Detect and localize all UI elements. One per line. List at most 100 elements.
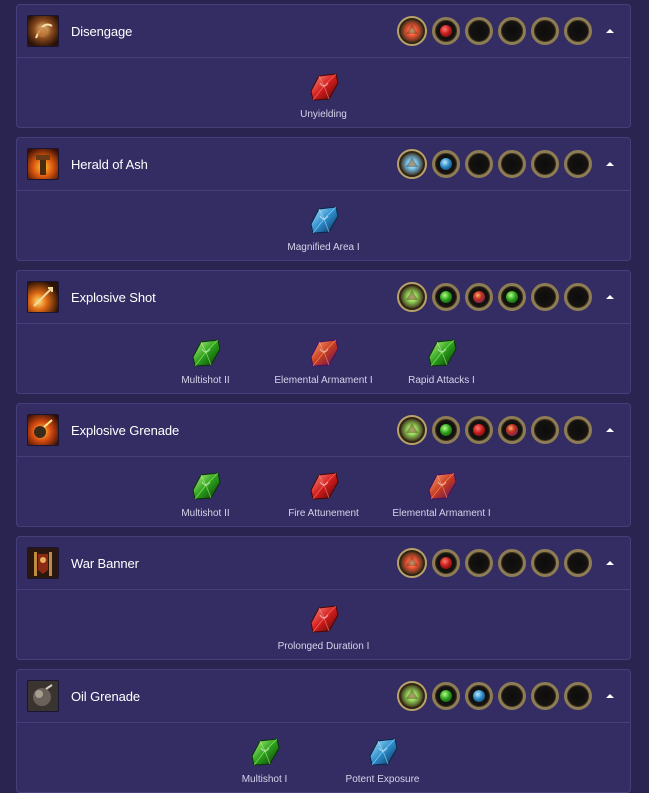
support-gem-item[interactable]: Potent Exposure: [324, 736, 442, 785]
empty-socket[interactable]: [498, 682, 526, 710]
empty-socket[interactable]: [564, 17, 592, 45]
support-gem-item[interactable]: Magnified Area I: [265, 204, 383, 253]
empty-socket[interactable]: [531, 283, 559, 311]
support-gem-label: Multishot I: [241, 774, 288, 785]
explosive-grenade-skill-icon[interactable]: [27, 414, 59, 446]
socket-row: [397, 282, 592, 312]
red-gem-icon: [473, 424, 485, 436]
purple-support-gem-icon: [307, 337, 341, 369]
skill-gem-socket[interactable]: [397, 548, 427, 578]
empty-socket[interactable]: [564, 150, 592, 178]
support-gem-socket[interactable]: [498, 283, 526, 311]
socket-row: [397, 681, 592, 711]
empty-socket[interactable]: [564, 549, 592, 577]
empty-socket[interactable]: [531, 150, 559, 178]
support-gem-label: Elemental Armament I: [392, 508, 491, 519]
red-support-gem-icon: [307, 603, 341, 635]
empty-socket[interactable]: [465, 549, 493, 577]
empty-socket[interactable]: [531, 549, 559, 577]
skill-card-header[interactable]: Herald of Ash: [17, 138, 630, 191]
skill-card-header[interactable]: Oil Grenade: [17, 670, 630, 723]
skill-card-header[interactable]: Disengage: [17, 5, 630, 58]
collapse-chevron-icon[interactable]: [604, 25, 616, 37]
support-gem-socket[interactable]: [432, 17, 460, 45]
support-gem-label: Elemental Armament I: [274, 375, 373, 386]
skill-card-header[interactable]: War Banner: [17, 537, 630, 590]
support-gem-socket[interactable]: [465, 682, 493, 710]
explosive-shot-skill-icon[interactable]: [27, 281, 59, 313]
support-gem-list: Magnified Area I: [17, 191, 630, 260]
skill-card-header[interactable]: Explosive Shot: [17, 271, 630, 324]
support-gem-label: Potent Exposure: [345, 774, 420, 785]
war-banner-skill-icon[interactable]: [27, 547, 59, 579]
support-gem-item[interactable]: Elemental Armament I: [265, 337, 383, 386]
skill-card: Explosive Shot Multishot II Elemental Arma…: [16, 270, 631, 394]
support-gem-item[interactable]: Fire Attunement: [265, 470, 383, 519]
support-gem-item[interactable]: Rapid Attacks I: [383, 337, 501, 386]
green-gem-icon: [440, 690, 452, 702]
green-gem-icon: [440, 424, 452, 436]
empty-socket[interactable]: [531, 416, 559, 444]
skill-name: Explosive Grenade: [71, 422, 180, 438]
skill-gem-socket[interactable]: [397, 149, 427, 179]
collapse-chevron-icon[interactable]: [604, 158, 616, 170]
support-gem-label: Unyielding: [300, 109, 347, 120]
empty-socket[interactable]: [498, 150, 526, 178]
skill-card: Herald of Ash Magnified Area I: [16, 137, 631, 261]
socket-row: [397, 548, 592, 578]
socket-row: [397, 149, 592, 179]
support-gem-item[interactable]: Elemental Armament I: [383, 470, 501, 519]
collapse-chevron-icon[interactable]: [604, 690, 616, 702]
oil-grenade-skill-icon[interactable]: [27, 680, 59, 712]
skill-gem-socket[interactable]: [397, 282, 427, 312]
collapse-chevron-icon[interactable]: [604, 557, 616, 569]
support-gem-item[interactable]: Unyielding: [265, 71, 383, 120]
skill-card-header[interactable]: Explosive Grenade: [17, 404, 630, 457]
support-gem-socket[interactable]: [498, 416, 526, 444]
support-gem-list: Multishot II Elemental Armament I Rapid At…: [17, 324, 630, 393]
disengage-skill-icon[interactable]: [27, 15, 59, 47]
herald-of-ash-skill-icon[interactable]: [27, 148, 59, 180]
empty-socket[interactable]: [498, 549, 526, 577]
support-gem-socket[interactable]: [432, 682, 460, 710]
support-gem-socket[interactable]: [432, 416, 460, 444]
support-gem-item[interactable]: Multishot II: [147, 470, 265, 519]
support-gem-label: Prolonged Duration I: [277, 641, 370, 652]
empty-socket[interactable]: [465, 17, 493, 45]
skill-name: Herald of Ash: [71, 156, 148, 172]
purple-support-gem-icon: [425, 470, 459, 502]
support-gem-socket[interactable]: [465, 416, 493, 444]
support-gem-item[interactable]: Multishot I: [206, 736, 324, 785]
skill-list: Disengage Unyielding Herald of Ash Magnifie…: [0, 0, 649, 793]
green-support-gem-icon: [248, 736, 282, 768]
collapse-chevron-icon[interactable]: [604, 291, 616, 303]
skill-gem-socket[interactable]: [397, 415, 427, 445]
skill-card: Disengage Unyielding: [16, 4, 631, 128]
green-gem-icon: [440, 291, 452, 303]
support-gem-socket[interactable]: [432, 549, 460, 577]
support-gem-socket[interactable]: [432, 150, 460, 178]
support-gem-label: Magnified Area I: [287, 242, 360, 253]
collapse-chevron-icon[interactable]: [604, 424, 616, 436]
empty-socket[interactable]: [564, 416, 592, 444]
support-gem-socket[interactable]: [465, 283, 493, 311]
green-support-gem-icon: [189, 470, 223, 502]
empty-socket[interactable]: [498, 17, 526, 45]
blue-support-gem-icon: [366, 736, 400, 768]
purple-gem-icon: [506, 424, 518, 436]
support-gem-item[interactable]: Multishot II: [147, 337, 265, 386]
empty-socket[interactable]: [531, 17, 559, 45]
red-support-gem-icon: [307, 470, 341, 502]
skill-card: Oil Grenade Multishot I Potent Exposure: [16, 669, 631, 793]
empty-socket[interactable]: [531, 682, 559, 710]
empty-socket[interactable]: [564, 682, 592, 710]
skill-gem-socket[interactable]: [397, 16, 427, 46]
blue-gem-icon: [473, 690, 485, 702]
support-gem-item[interactable]: Prolonged Duration I: [265, 603, 383, 652]
empty-socket[interactable]: [564, 283, 592, 311]
blue-gem-icon: [440, 158, 452, 170]
support-gem-socket[interactable]: [432, 283, 460, 311]
empty-socket[interactable]: [465, 150, 493, 178]
skill-gem-socket[interactable]: [397, 681, 427, 711]
purple-gem-icon: [473, 291, 485, 303]
